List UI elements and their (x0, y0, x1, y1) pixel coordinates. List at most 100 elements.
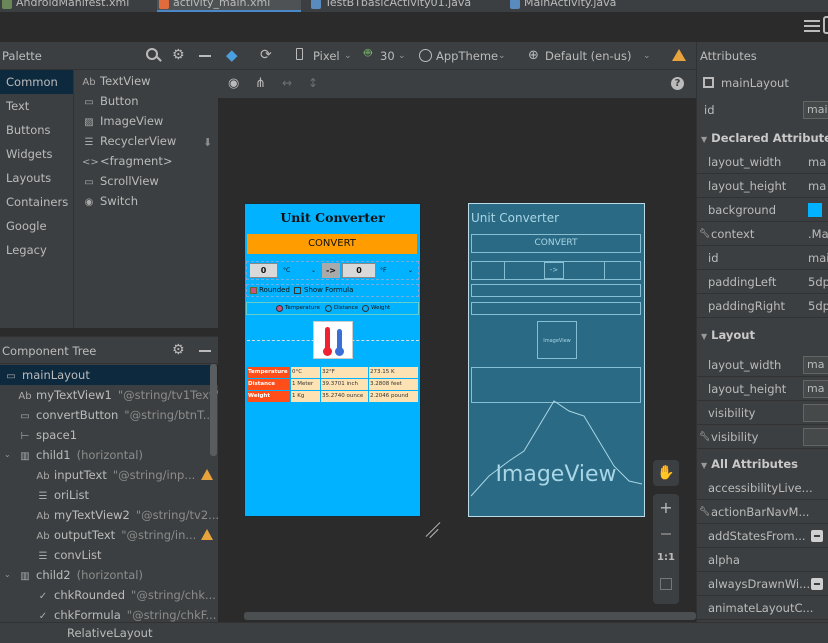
layout-section[interactable]: ▼ Layout (697, 323, 828, 347)
tree-row-mainLayout[interactable]: ▭ mainLayout (0, 365, 218, 385)
minus-icon[interactable] (811, 578, 823, 590)
fit-screen-icon[interactable] (660, 578, 672, 590)
all-attr-row[interactable]: animateLayoutC... (697, 596, 828, 620)
locale-selector[interactable]: Default (en-us) (545, 42, 631, 70)
gear-icon[interactable]: ⚙ (172, 47, 185, 63)
palette-widget-3[interactable]: ☰ RecyclerView (82, 131, 177, 151)
background-color-swatch[interactable] (808, 203, 822, 217)
all-attributes-section[interactable]: ▼ All Attributes (697, 452, 828, 476)
radio-weight[interactable] (362, 305, 369, 312)
phone-preview[interactable]: Unit Converter CONVERT 0 °C ⌄ -> 0 °F ⌄ Ro… (244, 203, 421, 517)
eye-icon[interactable]: ◉ (228, 76, 239, 91)
palette-widget-6[interactable]: ◉ Switch (82, 191, 138, 211)
layout-attr-visibility[interactable]: 🔧︎ visibility (697, 425, 828, 449)
palette-category-google[interactable]: Google (0, 214, 73, 238)
attribute-value[interactable]: ma (808, 150, 826, 174)
all-attr-row[interactable]: addStatesFrom... (697, 524, 828, 548)
minimize-icon[interactable] (199, 350, 211, 352)
orientation-icon[interactable]: ⟳ (260, 47, 272, 63)
palette-category-containers[interactable]: Containers (0, 190, 73, 214)
zoom-out-icon[interactable] (661, 533, 671, 535)
tab-android-manifest[interactable]: AndroidManifest.xml (0, 0, 129, 12)
tree-row-oriList[interactable]: ☰ oriList (0, 485, 218, 505)
help-icon[interactable]: ? (671, 77, 684, 90)
input-text[interactable]: 0 (249, 263, 278, 278)
attribute-value[interactable]: 5dp (808, 270, 828, 294)
tree-row-convertButton[interactable]: ▭ convertButton "@string/btnT... (0, 405, 218, 425)
tree-scrollbar[interactable] (210, 364, 217, 456)
all-attr-row[interactable]: alwaysDrawnWi... (697, 572, 828, 596)
tree-row-inputText[interactable]: Ab inputText "@string/inp... (0, 465, 218, 485)
palette-category-text[interactable]: Text (0, 94, 73, 118)
to-unit-spinner[interactable]: °F ⌄ (378, 264, 416, 278)
convert-button[interactable]: CONVERT (247, 234, 417, 254)
layout-attr-visibility[interactable]: visibility (697, 401, 828, 425)
attribute-value[interactable]: ma (808, 174, 826, 198)
layout-attr-input[interactable] (803, 428, 828, 446)
zoom-ratio-button[interactable]: 1:1 (653, 552, 679, 563)
api-selector[interactable]: 30 (380, 42, 395, 70)
layout-attr-input[interactable]: ma (803, 380, 828, 398)
magnet-icon[interactable]: ⋔ (255, 76, 266, 91)
palette-category-widgets[interactable]: Widgets (0, 142, 73, 166)
declared-attributes-section[interactable]: ▼ Declared Attributes (697, 126, 828, 150)
declared-attr-id[interactable]: id mai (697, 246, 828, 270)
id-input[interactable]: mai (803, 101, 828, 119)
layout-attr-input[interactable]: ma (803, 356, 828, 374)
tree-row-chkFormula[interactable]: ✓ chkFormula "@string/chkF... (0, 605, 218, 622)
horizontal-expand-icon[interactable]: ↔ (282, 76, 292, 90)
output-text[interactable]: 0 (342, 263, 376, 278)
layout-attr-layout_width[interactable]: layout_width ma (697, 353, 828, 377)
canvas-scrollbar[interactable] (244, 612, 696, 620)
attribute-value[interactable]: 5dp (808, 294, 828, 318)
palette-widget-0[interactable]: Ab TextView (82, 71, 150, 91)
palette-category-buttons[interactable]: Buttons (0, 118, 73, 142)
from-unit-spinner[interactable]: °C ⌄ (281, 264, 319, 278)
minus-icon[interactable] (811, 530, 823, 542)
gear-icon[interactable]: ⚙ (172, 342, 185, 358)
declared-attr-background[interactable]: background (697, 198, 828, 222)
tab-test-activity[interactable]: TestBTbasicActivity01.java (309, 0, 471, 12)
tab-main-activity[interactable]: MainActivity.java (508, 0, 616, 12)
palette-widget-2[interactable]: ▨ ImageView (82, 111, 163, 131)
layout-mode-icon[interactable] (823, 16, 828, 34)
vertical-expand-icon[interactable]: ↕ (308, 76, 318, 90)
declared-attr-paddingLeft[interactable]: paddingLeft 5dp (697, 270, 828, 294)
layout-attr-layout_height[interactable]: layout_height ma (697, 377, 828, 401)
chevron-down-icon[interactable]: ⌄ (4, 565, 11, 585)
resize-handle[interactable] (423, 520, 443, 540)
device-selector[interactable]: Pixel (313, 42, 340, 70)
download-icon[interactable]: ⬇ (203, 136, 212, 149)
pan-hand-icon[interactable]: ✋ (653, 460, 679, 486)
tree-row-child2[interactable]: ⌄ ▥ child2 (horizontal) (0, 565, 218, 585)
warning-icon[interactable] (201, 469, 213, 480)
declared-attr-context[interactable]: 🔧︎ context .Ma (697, 222, 828, 246)
minimize-icon[interactable] (199, 55, 211, 57)
zoom-in-icon[interactable]: + (653, 498, 679, 517)
warning-icon[interactable] (672, 49, 686, 61)
tree-row-space1[interactable]: ⊢ space1 (0, 425, 218, 445)
all-attr-row[interactable]: alpha (697, 548, 828, 572)
layout-attr-input[interactable] (803, 404, 828, 422)
tab-activity-main[interactable]: activity_main.xml (157, 0, 301, 12)
blueprint-preview[interactable]: Unit Converter CONVERT -> ImageView Imag… (468, 203, 645, 517)
all-attr-row[interactable]: 🔧︎ actionBarNavM... (697, 500, 828, 524)
attribute-value[interactable]: .Ma (808, 222, 828, 246)
theme-selector[interactable]: AppTheme (436, 42, 498, 70)
tree-row-myTextView1[interactable]: Ab myTextView1 "@string/tv1Text" (0, 385, 218, 405)
palette-category-legacy[interactable]: Legacy (0, 238, 73, 262)
rounded-checkbox[interactable] (250, 287, 257, 294)
formula-checkbox[interactable] (294, 287, 301, 294)
tree-row-child1[interactable]: ⌄ ▥ child1 (horizontal) (0, 445, 218, 465)
tree-row-outputText[interactable]: Ab outputText "@string/in... (0, 525, 218, 545)
palette-widget-5[interactable]: ▭ ScrollView (82, 171, 159, 191)
tree-row-chkRounded[interactable]: ✓ chkRounded "@string/chk... (0, 585, 218, 605)
declared-attr-layout_height[interactable]: layout_height ma (697, 174, 828, 198)
declared-attr-layout_width[interactable]: layout_width ma (697, 150, 828, 174)
declared-attr-paddingRight[interactable]: paddingRight 5dp (697, 294, 828, 318)
layers-icon[interactable]: ◆ (226, 47, 242, 63)
palette-widget-1[interactable]: ▭ Button (82, 91, 138, 111)
tree-row-myTextView2[interactable]: Ab myTextView2 "@string/tv2... (0, 505, 218, 525)
radio-temperature[interactable] (276, 305, 283, 312)
palette-category-layouts[interactable]: Layouts (0, 166, 73, 190)
